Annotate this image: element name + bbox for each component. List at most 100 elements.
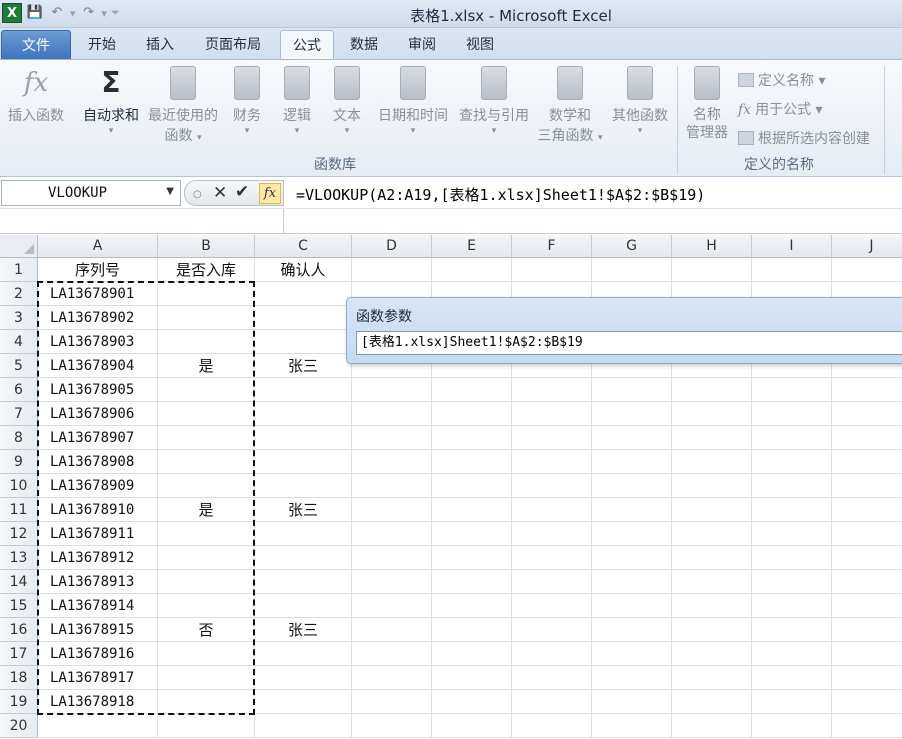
cell-c20[interactable]	[255, 714, 352, 738]
cell-j12[interactable]	[832, 522, 902, 546]
cell-i17[interactable]	[752, 642, 832, 666]
cell-h11[interactable]	[672, 498, 752, 522]
cell-b6[interactable]	[158, 378, 255, 402]
cell-a9[interactable]: LA13678908	[38, 450, 158, 474]
cell-a20[interactable]	[38, 714, 158, 738]
cell-f10[interactable]	[512, 474, 592, 498]
cell-g7[interactable]	[592, 402, 672, 426]
tab-formulas[interactable]: 公式	[280, 30, 334, 61]
cell-i7[interactable]	[752, 402, 832, 426]
cell-f1[interactable]	[512, 258, 592, 282]
cell-c4[interactable]	[255, 330, 352, 354]
cell-i14[interactable]	[752, 570, 832, 594]
cell-d8[interactable]	[352, 426, 432, 450]
cell-j14[interactable]	[832, 570, 902, 594]
cell-f16[interactable]	[512, 618, 592, 642]
cell-j20[interactable]	[832, 714, 902, 738]
column-header-j[interactable]: J	[832, 235, 902, 258]
cell-b4[interactable]	[158, 330, 255, 354]
cell-e7[interactable]	[432, 402, 512, 426]
formula-input[interactable]: =VLOOKUP(A2:A19,[表格1.xlsx]Sheet1!$A$2:$B…	[296, 184, 705, 205]
row-header[interactable]: 9	[0, 450, 38, 474]
column-header-i[interactable]: I	[752, 235, 832, 258]
cell-i1[interactable]	[752, 258, 832, 282]
tab-review[interactable]: 审阅	[396, 30, 448, 60]
define-name-button[interactable]: 定义名称 ▾	[738, 70, 825, 90]
cell-c10[interactable]	[255, 474, 352, 498]
column-header-f[interactable]: F	[512, 235, 592, 258]
cell-d18[interactable]	[352, 666, 432, 690]
use-in-formula-button[interactable]: fx 用于公式 ▾	[738, 99, 823, 119]
cancel-icon[interactable]: ✕	[213, 183, 227, 203]
cell-h6[interactable]	[672, 378, 752, 402]
cell-h9[interactable]	[672, 450, 752, 474]
cell-b20[interactable]	[158, 714, 255, 738]
cell-a17[interactable]: LA13678916	[38, 642, 158, 666]
cell-j8[interactable]	[832, 426, 902, 450]
cell-i19[interactable]	[752, 690, 832, 714]
cell-e18[interactable]	[432, 666, 512, 690]
financial-button[interactable]: 财务 ▾	[228, 66, 266, 136]
row-header[interactable]: 3	[0, 306, 38, 330]
cell-j17[interactable]	[832, 642, 902, 666]
cell-c5[interactable]: 张三	[255, 354, 352, 378]
cell-g18[interactable]	[592, 666, 672, 690]
row-header[interactable]: 4	[0, 330, 38, 354]
cell-e19[interactable]	[432, 690, 512, 714]
column-header-h[interactable]: H	[672, 235, 752, 258]
cell-c1[interactable]: 确认人	[255, 258, 352, 282]
row-header[interactable]: 11	[0, 498, 38, 522]
text-functions-button[interactable]: 文本 ▾	[328, 66, 366, 136]
cell-d14[interactable]	[352, 570, 432, 594]
cell-j11[interactable]	[832, 498, 902, 522]
cell-e15[interactable]	[432, 594, 512, 618]
cell-b16[interactable]: 否	[158, 618, 255, 642]
select-all-corner[interactable]	[0, 235, 38, 258]
row-header[interactable]: 8	[0, 426, 38, 450]
insert-function-button[interactable]: fx 插入函数	[4, 66, 68, 126]
cell-g13[interactable]	[592, 546, 672, 570]
logical-button[interactable]: 逻辑 ▾	[278, 66, 316, 136]
cell-a18[interactable]: LA13678917	[38, 666, 158, 690]
cell-f13[interactable]	[512, 546, 592, 570]
cell-c6[interactable]	[255, 378, 352, 402]
cell-d16[interactable]	[352, 618, 432, 642]
cell-i20[interactable]	[752, 714, 832, 738]
cell-b19[interactable]	[158, 690, 255, 714]
cell-h19[interactable]	[672, 690, 752, 714]
cell-e10[interactable]	[432, 474, 512, 498]
cell-a16[interactable]: LA13678915	[38, 618, 158, 642]
cell-g20[interactable]	[592, 714, 672, 738]
column-header-d[interactable]: D	[352, 235, 432, 258]
argument-input[interactable]: [表格1.xlsx]Sheet1!$A$2:$B$19	[356, 331, 902, 355]
cell-a2[interactable]: LA13678901	[38, 282, 158, 306]
cell-a7[interactable]: LA13678906	[38, 402, 158, 426]
cell-c13[interactable]	[255, 546, 352, 570]
cell-c9[interactable]	[255, 450, 352, 474]
cell-i9[interactable]	[752, 450, 832, 474]
row-header[interactable]: 2	[0, 282, 38, 306]
cell-j15[interactable]	[832, 594, 902, 618]
cell-a13[interactable]: LA13678912	[38, 546, 158, 570]
cell-d9[interactable]	[352, 450, 432, 474]
tab-file[interactable]: 文件	[1, 30, 71, 60]
column-header-e[interactable]: E	[432, 235, 512, 258]
cell-h18[interactable]	[672, 666, 752, 690]
row-header[interactable]: 5	[0, 354, 38, 378]
column-header-b[interactable]: B	[158, 235, 255, 258]
column-header-a[interactable]: A	[38, 235, 158, 258]
row-header[interactable]: 15	[0, 594, 38, 618]
cell-e11[interactable]	[432, 498, 512, 522]
cell-d10[interactable]	[352, 474, 432, 498]
cell-g10[interactable]	[592, 474, 672, 498]
cell-b9[interactable]	[158, 450, 255, 474]
cell-b12[interactable]	[158, 522, 255, 546]
cell-j7[interactable]	[832, 402, 902, 426]
tab-view[interactable]: 视图	[454, 30, 506, 60]
cell-h10[interactable]	[672, 474, 752, 498]
cell-h8[interactable]	[672, 426, 752, 450]
recently-used-button[interactable]: 最近使用的 函数 ▾	[144, 66, 222, 148]
cell-b11[interactable]: 是	[158, 498, 255, 522]
cell-f17[interactable]	[512, 642, 592, 666]
cell-f8[interactable]	[512, 426, 592, 450]
